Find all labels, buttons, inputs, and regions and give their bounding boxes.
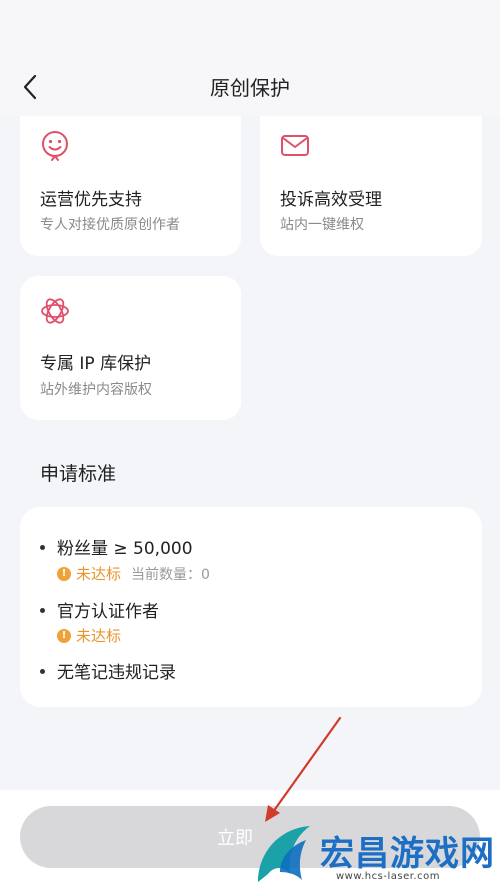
standards-card: 粉丝量 ≥ 50,000 ! 未达标 当前数量：0 官方认证作者 ! 未达标 无… <box>20 507 482 707</box>
page-title: 原创保护 <box>210 76 290 100</box>
benefit-subtitle: 站内一键维权 <box>280 217 364 233</box>
standard-label: 无笔记违规记录 <box>57 663 176 683</box>
benefit-title: 投诉高效受理 <box>280 190 382 210</box>
current-count: 当前数量：0 <box>131 566 210 583</box>
benefit-title: 运营优先支持 <box>40 190 142 210</box>
bullet <box>40 608 45 613</box>
top-bar: 原创保护 <box>0 0 500 116</box>
standard-label: 粉丝量 ≥ 50,000 <box>57 539 193 559</box>
benefit-subtitle: 专人对接优质原创作者 <box>40 217 180 233</box>
standard-item-verified-author: 官方认证作者 <box>40 597 159 622</box>
atom-flower-icon <box>41 298 69 324</box>
standard-label: 官方认证作者 <box>57 602 159 622</box>
standard-status: ! 未达标 当前数量：0 <box>57 563 210 584</box>
standard-status: ! 未达标 <box>57 625 121 646</box>
warning-icon: ! <box>57 628 71 643</box>
red-pointer-arrow <box>265 716 342 822</box>
bullet <box>40 545 45 550</box>
smiley-badge-icon <box>42 131 68 161</box>
status-text: 未达标 <box>76 565 122 583</box>
watermark-url: www.hcs-laser.com <box>336 871 440 882</box>
benefit-card-ip-protection: 专属 IP 库保护 站外维护内容版权 <box>20 276 241 420</box>
envelope-icon <box>281 135 309 156</box>
bullet <box>40 669 45 674</box>
status-text: 未达标 <box>76 627 122 645</box>
benefit-title: 专属 IP 库保护 <box>40 354 152 374</box>
benefit-card-operation-support: 运营优先支持 专人对接优质原创作者 <box>20 116 241 256</box>
watermark-logo-icon <box>258 826 310 882</box>
warning-icon: ! <box>57 566 71 581</box>
watermark: 宏昌游戏网 www.hcs-laser.com <box>250 822 500 889</box>
apply-button-label: 立即 <box>217 828 253 849</box>
standard-item-followers: 粉丝量 ≥ 50,000 <box>40 534 193 559</box>
standard-item-no-violations: 无笔记违规记录 <box>40 658 176 683</box>
benefit-subtitle: 站外维护内容版权 <box>40 382 152 398</box>
benefit-card-complaint-handling: 投诉高效受理 站内一键维权 <box>260 116 482 256</box>
watermark-brand: 宏昌游戏网 <box>320 834 495 874</box>
section-title-standards: 申请标准 <box>40 463 117 485</box>
